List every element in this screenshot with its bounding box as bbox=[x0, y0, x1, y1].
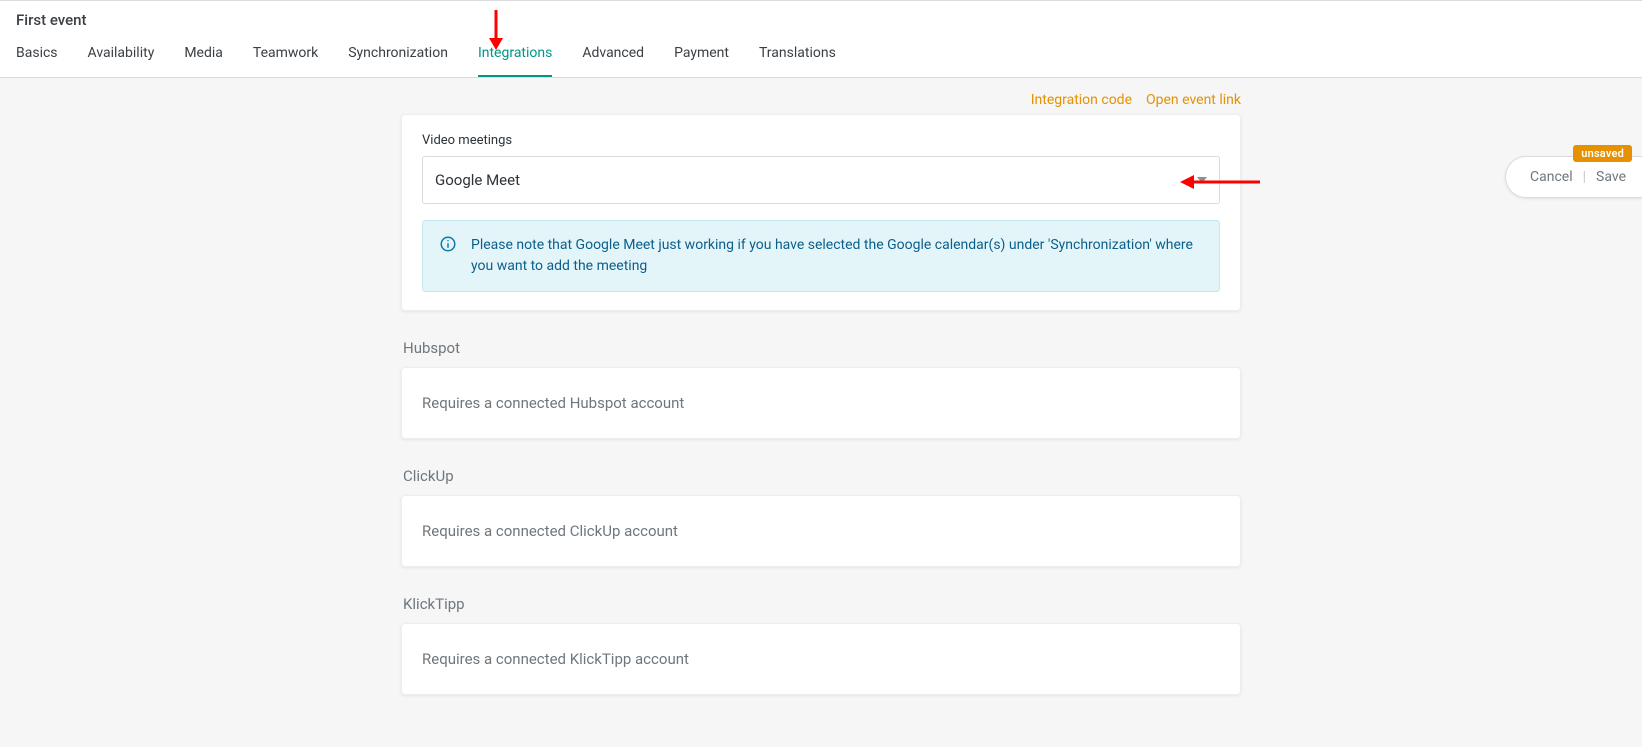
cancel-button[interactable]: Cancel bbox=[1530, 169, 1573, 185]
unsaved-badge: unsaved bbox=[1573, 145, 1632, 162]
info-icon bbox=[439, 235, 457, 257]
tab-synchronization[interactable]: Synchronization bbox=[348, 33, 448, 77]
separator: | bbox=[1583, 169, 1586, 185]
tab-media[interactable]: Media bbox=[184, 33, 223, 77]
info-box: Please note that Google Meet just workin… bbox=[422, 220, 1220, 292]
video-meetings-label: Video meetings bbox=[422, 133, 1220, 148]
page-header: First event Basics Availability Media Teamw… bbox=[0, 0, 1642, 78]
section-title-clickup: ClickUp bbox=[403, 467, 1241, 485]
section-card-klicktipp: Requires a connected KlickTipp account bbox=[401, 623, 1241, 695]
section-card-hubspot: Requires a connected Hubspot account bbox=[401, 367, 1241, 439]
integration-code-link[interactable]: Integration code bbox=[1031, 92, 1132, 108]
tab-bar: Basics Availability Media Teamwork Synchroni… bbox=[0, 33, 1642, 77]
main-column: Integration code Open event link Video m… bbox=[401, 78, 1241, 695]
section-title-klicktipp: KlickTipp bbox=[403, 595, 1241, 613]
save-pill: unsaved Cancel | Save bbox=[1505, 156, 1642, 198]
video-meetings-select[interactable]: Google Meet bbox=[422, 156, 1220, 204]
tab-basics[interactable]: Basics bbox=[16, 33, 58, 77]
page-title: First event bbox=[0, 1, 1642, 33]
video-meetings-selected: Google Meet bbox=[435, 171, 520, 189]
section-title-hubspot: Hubspot bbox=[403, 339, 1241, 357]
info-message: Please note that Google Meet just workin… bbox=[471, 235, 1203, 277]
section-card-clickup: Requires a connected ClickUp account bbox=[401, 495, 1241, 567]
tab-teamwork[interactable]: Teamwork bbox=[253, 33, 318, 77]
tab-payment[interactable]: Payment bbox=[674, 33, 729, 77]
top-links: Integration code Open event link bbox=[401, 92, 1241, 108]
tab-integrations[interactable]: Integrations bbox=[478, 33, 552, 77]
tab-advanced[interactable]: Advanced bbox=[582, 33, 644, 77]
tab-availability[interactable]: Availability bbox=[88, 33, 155, 77]
save-button[interactable]: Save bbox=[1596, 169, 1626, 185]
open-event-link[interactable]: Open event link bbox=[1146, 92, 1241, 108]
tab-translations[interactable]: Translations bbox=[759, 33, 836, 77]
chevron-down-icon bbox=[1197, 177, 1207, 183]
video-meetings-card: Video meetings Google Meet Please note t… bbox=[401, 114, 1241, 311]
